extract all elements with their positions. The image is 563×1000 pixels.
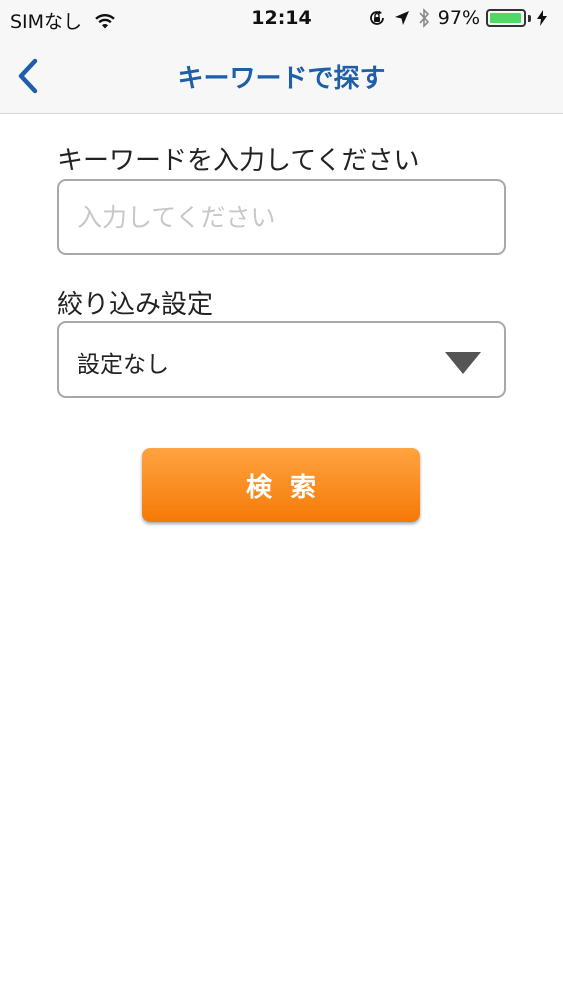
- keyword-label: キーワードを入力してください: [57, 146, 420, 176]
- filter-select[interactable]: 設定なし: [57, 321, 506, 398]
- filter-selected-value: 設定なし: [77, 352, 169, 378]
- location-arrow-icon: [394, 11, 409, 25]
- battery-fill: [490, 13, 522, 23]
- search-button[interactable]: 検索: [142, 448, 420, 522]
- keyword-input[interactable]: [57, 179, 506, 255]
- status-bar: SIMなし 12:14 97%: [0, 0, 563, 40]
- filter-label: 絞り込み設定: [57, 290, 214, 320]
- battery-icon: [486, 9, 526, 27]
- charging-bolt-icon: [537, 10, 547, 26]
- orientation-lock-icon: [369, 10, 384, 25]
- navigation-bar: キーワードで探す: [0, 40, 563, 114]
- bluetooth-icon: [419, 8, 429, 28]
- status-bar-right: 97%: [368, 7, 555, 29]
- battery-cap: [528, 14, 531, 22]
- page-title: キーワードで探す: [177, 64, 386, 94]
- dropdown-triangle-icon: [445, 352, 481, 374]
- search-button-label: 検索: [245, 472, 334, 503]
- battery-percent: 97%: [437, 7, 480, 29]
